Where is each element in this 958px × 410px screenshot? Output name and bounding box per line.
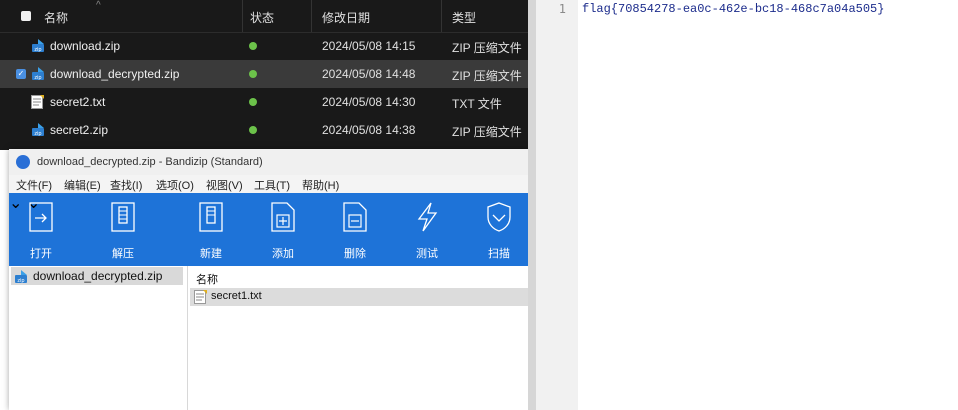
svg-text:zip: zip: [34, 75, 41, 81]
sync-status-icon: [249, 70, 257, 78]
file-date: 2024/05/08 14:48: [322, 67, 416, 81]
menu-find[interactable]: 查找(I): [110, 177, 142, 193]
menu-edit[interactable]: 编辑(E): [64, 177, 101, 193]
menu-help[interactable]: 帮助(H): [302, 177, 339, 193]
file-type: ZIP 压缩文件: [452, 69, 522, 83]
lightning-icon: [417, 202, 438, 232]
file-row-secret1[interactable]: secret1.txt: [190, 288, 529, 306]
sync-status-icon: [249, 98, 257, 106]
scan-button[interactable]: 扫描: [469, 193, 529, 266]
bandizip-window: download_decrypted.zip - Bandizip (Stand…: [9, 149, 529, 410]
shield-icon: [487, 202, 511, 232]
delete-icon: [343, 202, 367, 232]
menu-tools[interactable]: 工具(T): [254, 177, 290, 193]
add-button[interactable]: 添加: [253, 193, 313, 266]
add-icon: [271, 202, 295, 232]
toolbar: 打开 ⌄ 解压 ⌄ 新建 添加 删除 测试 扫描: [9, 193, 529, 266]
file-row[interactable]: zip secret2.zip 2024/05/08 14:38 ZIP 压缩文…: [0, 116, 528, 144]
file-name: secret1.txt: [211, 290, 262, 302]
file-row-selected[interactable]: ✓ zip download_decrypted.zip 2024/05/08 …: [0, 60, 528, 88]
test-button[interactable]: 测试: [397, 193, 457, 266]
zip-icon: zip: [32, 39, 44, 53]
pane-divider[interactable]: [528, 0, 536, 410]
tree-item-label: download_decrypted.zip: [33, 269, 163, 283]
open-button[interactable]: 打开: [13, 193, 69, 266]
column-name[interactable]: 名称: [196, 271, 218, 287]
file-type: ZIP 压缩文件: [452, 41, 522, 55]
text-file-icon: [194, 290, 207, 304]
file-type: TXT 文件: [452, 97, 502, 111]
line-number-gutter: 1: [536, 0, 578, 410]
new-archive-icon: [199, 202, 223, 232]
column-header-row: ^ 名称 状态 修改日期 类型: [0, 0, 528, 33]
delete-button[interactable]: 删除: [325, 193, 385, 266]
column-type[interactable]: 类型: [452, 9, 476, 26]
row-checkbox[interactable]: ✓: [16, 69, 26, 79]
svg-text:zip: zip: [34, 47, 41, 53]
zip-icon: zip: [32, 123, 44, 137]
sync-status-icon: [249, 126, 257, 134]
file-name: secret2.txt: [50, 95, 106, 109]
file-date: 2024/05/08 14:15: [322, 39, 416, 53]
title-bar[interactable]: download_decrypted.zip - Bandizip (Stand…: [9, 149, 529, 175]
sync-status-icon: [249, 42, 257, 50]
window-title: download_decrypted.zip - Bandizip (Stand…: [37, 156, 263, 168]
zip-icon: zip: [32, 67, 44, 81]
open-icon: [29, 202, 53, 232]
file-name: download.zip: [50, 39, 121, 53]
select-all-checkbox[interactable]: [21, 11, 31, 21]
sort-arrow-icon: ^: [96, 0, 101, 11]
column-name[interactable]: 名称: [44, 9, 68, 26]
menu-bar: 文件(F) 编辑(E) 查找(I) 选项(O) 视图(V) 工具(T) 帮助(H…: [9, 175, 529, 193]
file-name: download_decrypted.zip: [50, 67, 180, 81]
new-archive-button[interactable]: 新建: [181, 193, 241, 266]
text-file-icon: [31, 95, 44, 109]
file-explorer: ^ 名称 状态 修改日期 类型 zip download.zip 2024/05…: [0, 0, 528, 150]
bandizip-app-icon: [16, 155, 30, 169]
svg-text:zip: zip: [34, 131, 41, 137]
menu-file[interactable]: 文件(F): [16, 177, 52, 193]
tree-item-archive[interactable]: zip download_decrypted.zip: [11, 267, 183, 285]
zip-icon: zip: [15, 270, 27, 284]
column-modified-date[interactable]: 修改日期: [322, 9, 370, 26]
extract-icon: [111, 202, 135, 232]
file-date: 2024/05/08 14:38: [322, 123, 416, 137]
file-row[interactable]: zip download.zip 2024/05/08 14:15 ZIP 压缩…: [0, 32, 528, 60]
file-type: ZIP 压缩文件: [452, 125, 522, 139]
folder-tree: zip download_decrypted.zip: [9, 266, 188, 410]
menu-view[interactable]: 视图(V): [206, 177, 243, 193]
editor-content[interactable]: flag{70854278-ea0c-462e-bc18-468c7a04a50…: [582, 2, 884, 16]
column-status[interactable]: 状态: [250, 9, 274, 26]
text-editor[interactable]: 1 flag{70854278-ea0c-462e-bc18-468c7a04a…: [536, 0, 958, 410]
extract-button[interactable]: 解压: [95, 193, 151, 266]
file-name: secret2.zip: [50, 123, 109, 137]
line-number: 1: [558, 2, 566, 16]
file-date: 2024/05/08 14:30: [322, 95, 416, 109]
svg-text:zip: zip: [17, 278, 24, 284]
file-row[interactable]: secret2.txt 2024/05/08 14:30 TXT 文件: [0, 88, 528, 116]
menu-options[interactable]: 选项(O): [156, 177, 194, 193]
file-list: 名称 secret1.txt: [188, 266, 529, 410]
